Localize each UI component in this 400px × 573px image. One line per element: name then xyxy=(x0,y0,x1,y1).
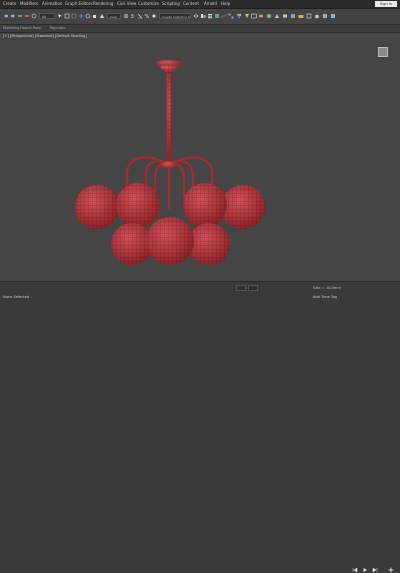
status-bar: None Selected Grid = 10,0mm Add Time Tag xyxy=(0,281,400,573)
scale-icon[interactable] xyxy=(92,13,98,19)
tab-object-paint[interactable]: Object Paint xyxy=(20,25,42,32)
go-to-end-icon[interactable] xyxy=(372,567,378,573)
auto-key-button[interactable] xyxy=(236,285,246,291)
zoom-extents-icon[interactable] xyxy=(388,567,394,573)
tab-populate[interactable]: Populate xyxy=(50,25,66,32)
status-prompt: None Selected xyxy=(3,295,30,299)
tab-modeling[interactable]: Modeling xyxy=(3,25,19,32)
spinner-snap-icon[interactable] xyxy=(151,13,157,19)
menu-animation[interactable]: Animation xyxy=(42,0,62,8)
svg-text:3: 3 xyxy=(131,14,134,19)
svg-text:%: % xyxy=(145,14,150,19)
workspace-icon[interactable] xyxy=(306,13,312,19)
assets-icon[interactable] xyxy=(330,13,336,19)
redo-icon[interactable] xyxy=(10,13,16,19)
rotate-icon[interactable] xyxy=(85,13,91,19)
selection-filter-dropdown[interactable]: All xyxy=(39,13,55,19)
menu-rendering[interactable]: Rendering xyxy=(93,0,113,8)
menu-modifiers[interactable]: Modifiers xyxy=(20,0,38,8)
scene-icon[interactable] xyxy=(290,13,296,19)
render-setup-icon[interactable] xyxy=(244,13,250,19)
rectangular-selection-icon[interactable] xyxy=(71,13,77,19)
pivot-icon[interactable] xyxy=(123,13,129,19)
menu-graph-editors[interactable]: Graph Editors xyxy=(65,0,92,8)
chandelier-model[interactable] xyxy=(0,33,400,281)
go-to-start-icon[interactable] xyxy=(352,567,358,573)
menu-bar: Create Modifiers Animation Graph Editors… xyxy=(0,0,400,9)
menu-customize[interactable]: Customize xyxy=(138,0,159,8)
open-explorer-icon[interactable] xyxy=(282,13,288,19)
menu-help[interactable]: Help xyxy=(221,0,230,8)
toggle-ribbon-icon[interactable] xyxy=(214,13,220,19)
play-icon[interactable] xyxy=(362,567,368,573)
arm-hub[interactable] xyxy=(162,161,176,169)
unlink-icon[interactable] xyxy=(24,13,30,19)
main-toolbar: All View 3 % Create Selection Set xyxy=(0,9,400,25)
angle-snap-icon[interactable] xyxy=(137,13,143,19)
move-icon[interactable] xyxy=(78,13,84,19)
menu-scripting[interactable]: Scripting xyxy=(162,0,180,8)
place-icon[interactable] xyxy=(99,13,105,19)
add-time-tag-button[interactable]: Add Time Tag xyxy=(313,295,337,299)
project-folder-icon[interactable] xyxy=(298,13,304,19)
select-by-name-icon[interactable] xyxy=(64,13,70,19)
menu-civil-view[interactable]: Civil View xyxy=(117,0,136,8)
select-object-icon[interactable] xyxy=(57,13,63,19)
material-editor-icon[interactable] xyxy=(236,13,242,19)
sign-in-button[interactable]: Sign In xyxy=(375,1,397,7)
render-iterative-icon[interactable] xyxy=(266,13,272,19)
schematic-view-icon[interactable] xyxy=(228,13,234,19)
link-icon[interactable] xyxy=(17,13,23,19)
arnold-render-icon[interactable] xyxy=(274,13,280,19)
percent-snap-icon[interactable]: % xyxy=(144,13,150,19)
mirror-icon[interactable] xyxy=(193,13,199,19)
layer-explorer-icon[interactable] xyxy=(207,13,213,19)
align-icon[interactable] xyxy=(200,13,206,19)
menu-create[interactable]: Create xyxy=(3,0,16,8)
menu-content[interactable]: Content xyxy=(183,0,199,8)
rendered-frame-window-icon[interactable] xyxy=(251,13,257,19)
reference-coordinate-dropdown[interactable]: View xyxy=(107,13,121,19)
named-selection-sets-field[interactable]: Create Selection Set xyxy=(159,13,191,19)
media-icon[interactable] xyxy=(322,13,328,19)
set-key-button[interactable] xyxy=(248,285,258,291)
ribbon: Modeling Object Paint Populate xyxy=(0,25,400,33)
teapot-icon[interactable] xyxy=(314,13,320,19)
ceiling-canopy[interactable] xyxy=(156,60,182,73)
grid-size-readout: Grid = 10,0mm xyxy=(313,286,341,290)
render-production-icon[interactable] xyxy=(258,13,264,19)
curve-editor-icon[interactable] xyxy=(221,13,227,19)
bind-space-warp-icon[interactable] xyxy=(31,13,37,19)
undo-icon[interactable] xyxy=(3,13,9,19)
perspective-viewport[interactable]: [+] [Perspective] [Standard] [Default Sh… xyxy=(0,33,400,281)
menu-arnold[interactable]: Arnold xyxy=(204,0,217,8)
snaps-toggle-icon[interactable]: 3 xyxy=(130,13,136,19)
